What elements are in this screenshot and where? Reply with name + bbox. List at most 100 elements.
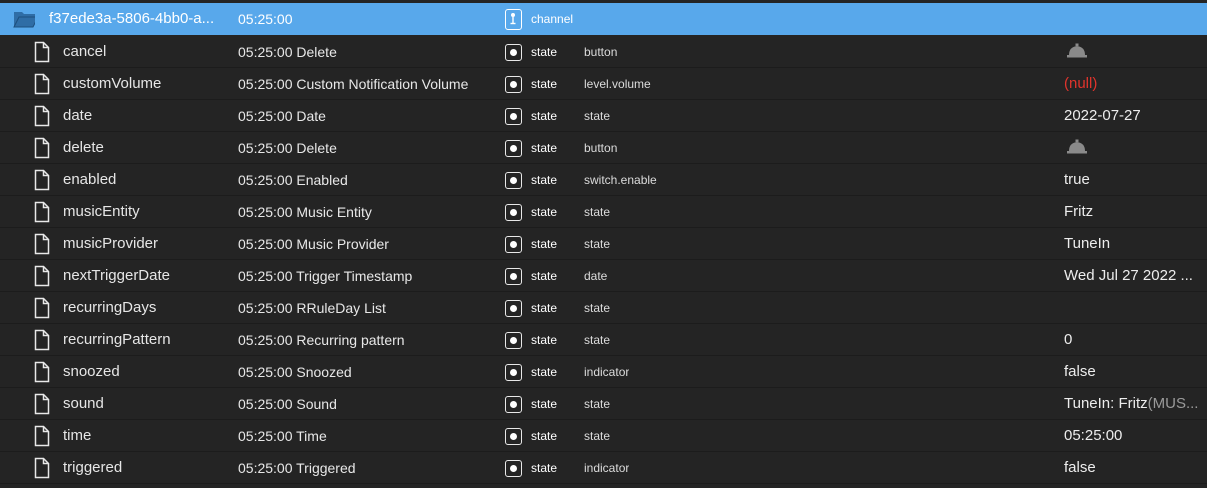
bell-icon[interactable]: [1066, 36, 1088, 68]
state-value: false: [1064, 356, 1204, 388]
state-name: sound: [63, 395, 104, 412]
state-value: (null): [1064, 68, 1204, 100]
state-type: state: [531, 301, 558, 315]
state-name: musicProvider: [63, 235, 159, 252]
state-value-text: TuneIn: Fritz: [1064, 395, 1148, 412]
state-type: state: [531, 333, 558, 347]
file-icon: [33, 73, 55, 95]
state-value: Wed Jul 27 2022 ...: [1064, 260, 1204, 292]
state-description: 05:25:00 Snoozed: [238, 364, 352, 380]
state-description: 05:25:00 Triggered: [238, 460, 356, 476]
state-role: state: [584, 301, 611, 315]
state-type: state: [531, 141, 558, 155]
state-row[interactable]: recurringDays 05:25:00 RRuleDay List sta…: [0, 292, 1207, 324]
state-row[interactable]: sound 05:25:00 Sound state state TuneIn:…: [0, 388, 1207, 420]
state-name: time: [63, 427, 92, 444]
state-name: enabled: [63, 171, 117, 188]
state-type-icon: [505, 108, 522, 125]
state-row[interactable]: recurringPattern 05:25:00 Recurring patt…: [0, 324, 1207, 356]
state-type-icon: [505, 236, 522, 253]
state-row[interactable]: snoozed 05:25:00 Snoozed state indicator…: [0, 356, 1207, 388]
state-name: musicEntity: [63, 203, 140, 220]
state-value-text: false: [1064, 459, 1096, 476]
state-value-text: false: [1064, 363, 1096, 380]
state-role: state: [584, 429, 611, 443]
state-name: recurringDays: [63, 299, 157, 316]
file-icon: [33, 201, 55, 223]
state-description: 05:25:00 Trigger Timestamp: [238, 268, 413, 284]
state-name: nextTriggerDate: [63, 267, 170, 284]
state-name: delete: [63, 139, 104, 156]
state-role: level.volume: [584, 77, 651, 91]
state-type: state: [531, 461, 558, 475]
state-description: 05:25:00 Recurring pattern: [238, 332, 405, 348]
folder-name: f37ede3a-5806-4bb0-a...: [49, 10, 215, 27]
state-type-icon: [505, 332, 522, 349]
state-row[interactable]: nextTriggerDate 05:25:00 Trigger Timesta…: [0, 260, 1207, 292]
file-icon: [33, 329, 55, 351]
state-type-icon: [505, 428, 522, 445]
state-type-icon: [505, 300, 522, 317]
state-type-icon: [505, 396, 522, 413]
state-value-text: true: [1064, 171, 1090, 188]
state-type: state: [531, 173, 558, 187]
state-description: 05:25:00 Enabled: [238, 172, 348, 188]
state-type: state: [531, 269, 558, 283]
state-name: triggered: [63, 459, 123, 476]
state-row[interactable]: time 05:25:00 Time state state 05:25:00: [0, 420, 1207, 452]
state-value: true: [1064, 164, 1204, 196]
state-type: state: [531, 205, 558, 219]
folder-row[interactable]: f37ede3a-5806-4bb0-a... 05:25:00 channel: [0, 3, 1207, 35]
state-type-icon: [505, 76, 522, 93]
folder-time: 05:25:00: [238, 11, 293, 27]
state-description: 05:25:00 Time: [238, 428, 327, 444]
state-value-text: 05:25:00: [1064, 427, 1123, 444]
file-icon: [33, 361, 55, 383]
state-value: TuneIn: [1064, 228, 1204, 260]
state-type: state: [531, 429, 558, 443]
state-row[interactable]: musicEntity 05:25:00 Music Entity state …: [0, 196, 1207, 228]
state-value-suffix: (MUS...: [1147, 395, 1199, 412]
state-row[interactable]: musicProvider 05:25:00 Music Provider st…: [0, 228, 1207, 260]
state-value: TuneIn: Fritz(MUS...: [1064, 388, 1204, 420]
state-role: state: [584, 237, 611, 251]
state-name: snoozed: [63, 363, 120, 380]
state-role: button: [584, 45, 618, 59]
file-icon: [33, 297, 55, 319]
file-icon: [33, 265, 55, 287]
state-type-icon: [505, 364, 522, 381]
state-role: state: [584, 109, 611, 123]
state-role: state: [584, 397, 611, 411]
state-type-icon: [505, 268, 522, 285]
state-role: indicator: [584, 461, 630, 475]
bell-icon[interactable]: [1066, 132, 1088, 164]
state-row[interactable]: date 05:25:00 Date state state 2022-07-2…: [0, 100, 1207, 132]
state-role: state: [584, 205, 611, 219]
state-value: [1064, 292, 1204, 324]
file-icon: [33, 393, 55, 415]
folder-open-icon: [13, 8, 35, 30]
state-value: 2022-07-27: [1064, 100, 1204, 132]
state-row[interactable]: enabled 05:25:00 Enabled state switch.en…: [0, 164, 1207, 196]
state-row[interactable]: cancel 05:25:00 Delete state button: [0, 36, 1207, 68]
state-value-text: Fritz: [1064, 203, 1094, 220]
state-type-icon: [505, 172, 522, 189]
state-row[interactable]: customVolume 05:25:00 Custom Notificatio…: [0, 68, 1207, 100]
state-description: 05:25:00 Delete: [238, 140, 337, 156]
state-value: false: [1064, 452, 1204, 484]
state-type-icon: [505, 204, 522, 221]
folder-type: channel: [531, 12, 574, 26]
state-name: recurringPattern: [63, 331, 171, 348]
state-type: state: [531, 77, 558, 91]
state-value-text: 2022-07-27: [1064, 107, 1141, 124]
state-row[interactable]: delete 05:25:00 Delete state button: [0, 132, 1207, 164]
state-type: state: [531, 45, 558, 59]
state-description: 05:25:00 RRuleDay List: [238, 300, 386, 316]
file-icon: [33, 457, 55, 479]
state-type-icon: [505, 140, 522, 157]
state-value: 05:25:00: [1064, 420, 1204, 452]
state-row[interactable]: triggered 05:25:00 Triggered state indic…: [0, 452, 1207, 484]
state-type-icon: [505, 44, 522, 61]
file-icon: [33, 105, 55, 127]
state-value: 0: [1064, 324, 1204, 356]
